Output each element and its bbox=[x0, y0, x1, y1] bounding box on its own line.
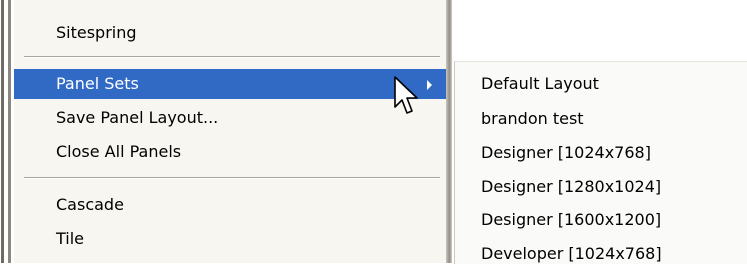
menu-item-cascade[interactable]: Cascade bbox=[14, 190, 446, 220]
submenu-item-designer-1024x768[interactable]: Designer [1024x768] bbox=[455, 137, 747, 169]
menu-item-tile[interactable]: Tile bbox=[14, 224, 446, 254]
mouse-cursor-icon bbox=[394, 76, 418, 114]
frame-bar bbox=[1, 0, 4, 263]
submenu-item-label: brandon test bbox=[481, 109, 584, 128]
submenu-item-designer-1280x1024[interactable]: Designer [1280x1024] bbox=[455, 171, 747, 203]
submenu-item-brandon-test[interactable]: brandon test bbox=[455, 103, 747, 135]
window-frame-left bbox=[0, 0, 14, 263]
submenu-item-designer-1600x1200[interactable]: Designer [1600x1200] bbox=[455, 204, 747, 236]
chevron-right-icon bbox=[427, 80, 432, 90]
menu-separator bbox=[24, 177, 440, 179]
submenu-item-label: Default Layout bbox=[481, 74, 599, 93]
submenu-item-label: Designer [1280x1024] bbox=[481, 177, 662, 196]
menu-item-label: Close All Panels bbox=[56, 142, 182, 161]
submenu-item-label: Designer [1024x768] bbox=[481, 143, 651, 162]
menu-item-sitespring[interactable]: Sitespring bbox=[14, 18, 446, 48]
menu-item-label: Cascade bbox=[56, 195, 124, 214]
menu-item-label: Save Panel Layout... bbox=[56, 108, 219, 127]
menu-separator bbox=[24, 56, 440, 58]
menu-item-close-all-panels[interactable]: Close All Panels bbox=[14, 137, 446, 167]
menu-item-label: Sitespring bbox=[56, 23, 137, 42]
menu-border bbox=[446, 0, 452, 263]
frame-bar bbox=[8, 0, 11, 263]
menu-item-label: Tile bbox=[56, 229, 85, 248]
window-menu: Sitespring Panel Sets Save Panel Layout.… bbox=[14, 0, 446, 263]
menu-item-save-panel-layout[interactable]: Save Panel Layout... bbox=[14, 103, 446, 133]
submenu-item-label: Designer [1600x1200] bbox=[481, 210, 662, 229]
submenu-item-developer-1024x768[interactable]: Developer [1024x768] bbox=[455, 238, 747, 270]
submenu-item-label: Developer [1024x768] bbox=[481, 244, 662, 263]
menu-item-label: Panel Sets bbox=[56, 74, 139, 93]
submenu-item-default-layout[interactable]: Default Layout bbox=[455, 68, 747, 100]
panel-sets-submenu: Default Layout brandon test Designer [10… bbox=[454, 61, 747, 264]
menu-item-panel-sets[interactable]: Panel Sets bbox=[14, 69, 446, 99]
